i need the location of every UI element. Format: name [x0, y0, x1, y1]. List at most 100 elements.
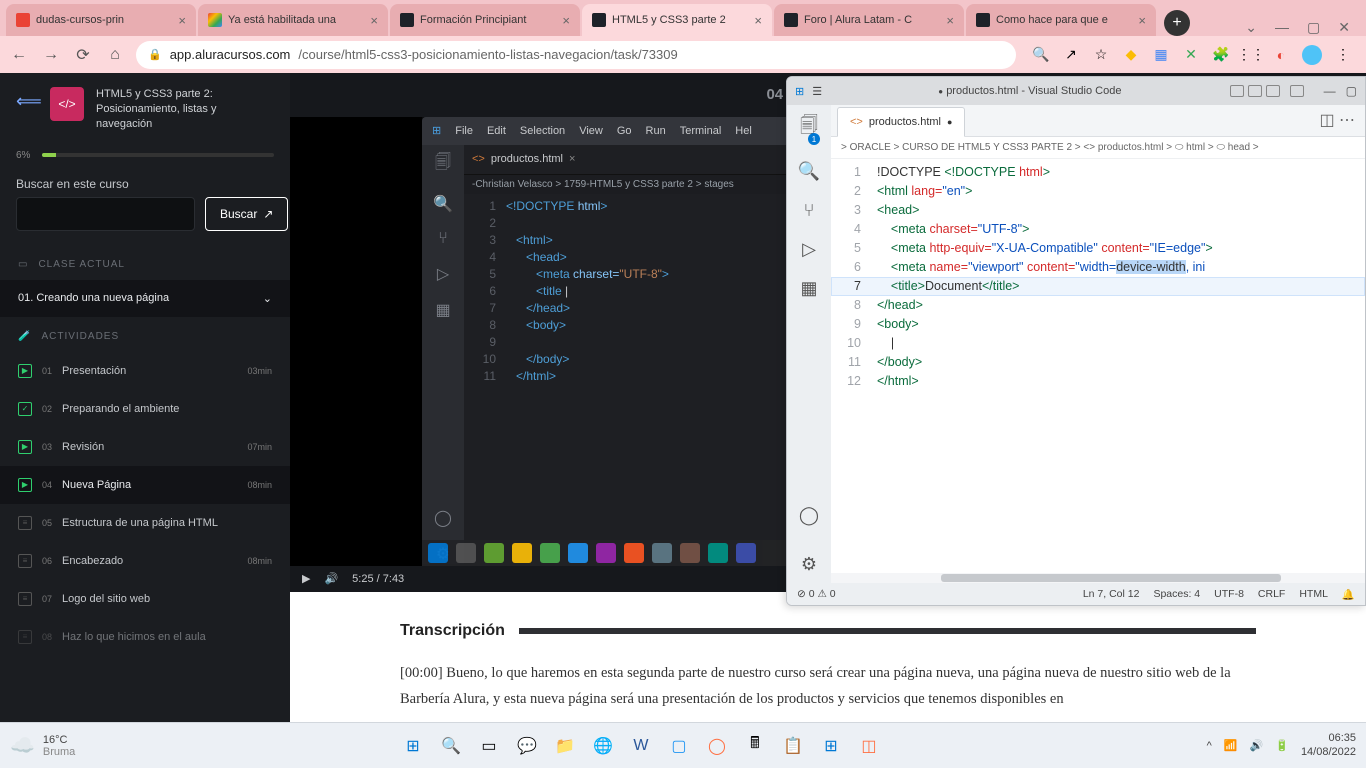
- current-class-item[interactable]: 01. Creando una nueva página⌄: [0, 280, 290, 317]
- search-icon[interactable]: 🔍: [1032, 46, 1050, 64]
- clock[interactable]: 06:3514/08/2022: [1301, 732, 1356, 758]
- ext-icon[interactable]: ✕: [1182, 46, 1200, 64]
- close-icon[interactable]: ×: [370, 13, 378, 28]
- close-icon[interactable]: ×: [178, 13, 186, 28]
- files-icon[interactable]: 🗐1: [800, 113, 818, 143]
- browser-tab[interactable]: Foro | Alura Latam - C ×: [774, 4, 964, 36]
- minimize-icon[interactable]: —: [1324, 84, 1336, 98]
- external-icon: ↗: [263, 207, 273, 221]
- app-icon[interactable]: ◫: [854, 731, 884, 761]
- status-indent[interactable]: Spaces: 4: [1153, 588, 1200, 601]
- share-icon[interactable]: ↗: [1062, 46, 1080, 64]
- activity-item[interactable]: ✓02Preparando el ambiente: [0, 390, 290, 428]
- url-input[interactable]: 🔒 app.aluracursos.com/course/html5-css3-…: [136, 41, 1016, 69]
- explorer-icon[interactable]: 📁: [550, 731, 580, 761]
- activity-item[interactable]: ≡07Logo del sitio web: [0, 580, 290, 618]
- browser-tab[interactable]: Ya está habilitada una×: [198, 4, 388, 36]
- layout-icons[interactable]: [1230, 85, 1304, 97]
- taskview-icon[interactable]: ▭: [474, 731, 504, 761]
- account-icon[interactable]: ◯: [799, 505, 819, 526]
- play-icon[interactable]: ▶: [302, 572, 310, 585]
- maximize-icon[interactable]: ▢: [1307, 19, 1320, 36]
- status-cursor[interactable]: Ln 7, Col 12: [1083, 588, 1140, 601]
- search-input[interactable]: [16, 197, 195, 231]
- status-lang[interactable]: HTML: [1299, 588, 1328, 601]
- transcript-body: [00:00] Bueno, lo que haremos en esta se…: [400, 660, 1256, 712]
- close-icon[interactable]: ✕: [1338, 19, 1350, 36]
- menu-icon[interactable]: ☰: [812, 85, 822, 98]
- home-button[interactable]: ⌂: [104, 44, 126, 66]
- puzzle-icon[interactable]: 🧩: [1212, 46, 1230, 64]
- ext-icon[interactable]: ▦: [1152, 46, 1170, 64]
- section-header-activities: 🧪ACTIVIDADES: [0, 317, 290, 352]
- calc-icon[interactable]: 🖩: [740, 731, 770, 761]
- volume-icon[interactable]: 🔊: [324, 572, 338, 585]
- zoom-icon[interactable]: ▢: [664, 731, 694, 761]
- vscode-icon: ⊞: [432, 124, 441, 137]
- avatar-icon[interactable]: [1302, 45, 1322, 65]
- notes-icon[interactable]: 📋: [778, 731, 808, 761]
- browser-tab[interactable]: dudas-cursos-prin ×: [6, 4, 196, 36]
- chat-icon[interactable]: 💬: [512, 731, 542, 761]
- ext-icon[interactable]: ◐: [1272, 46, 1290, 64]
- chevron-up-icon[interactable]: ^: [1207, 740, 1212, 752]
- status-eol[interactable]: CRLF: [1258, 588, 1285, 601]
- activity-item-active[interactable]: ▶04Nueva Página08min: [0, 466, 290, 504]
- gear-icon[interactable]: ⚙: [801, 554, 817, 575]
- activity-item[interactable]: ≡06Encabezado08min: [0, 542, 290, 580]
- close-icon[interactable]: ×: [754, 13, 762, 28]
- browser-tab-active[interactable]: HTML5 y CSS3 parte 2×: [582, 4, 772, 36]
- new-tab-button[interactable]: +: [1164, 10, 1190, 36]
- chevron-down-icon[interactable]: ⌄: [1245, 19, 1257, 36]
- play-icon: ▶: [18, 364, 32, 378]
- app-icon[interactable]: ◯: [702, 731, 732, 761]
- menu-icon[interactable]: ⋮: [1334, 46, 1352, 64]
- debug-icon[interactable]: ▷: [802, 239, 816, 260]
- battery-icon[interactable]: 🔋: [1275, 739, 1289, 752]
- start-icon[interactable]: ⊞: [398, 731, 428, 761]
- ext-icon[interactable]: ⋮⋮: [1242, 46, 1260, 64]
- browser-tab[interactable]: Como hace para que e×: [966, 4, 1156, 36]
- activity-item[interactable]: ≡08Haz lo que hicimos en el aula: [0, 618, 290, 656]
- volume-icon[interactable]: 🔊: [1250, 739, 1264, 752]
- reload-button[interactable]: ⟳: [72, 44, 94, 66]
- activity-item[interactable]: ▶01Presentación03min: [0, 352, 290, 390]
- status-encoding[interactable]: UTF-8: [1214, 588, 1244, 601]
- browser-tab[interactable]: Formación Principiant×: [390, 4, 580, 36]
- branch-icon[interactable]: ⑂: [804, 200, 815, 221]
- menu-edit: Edit: [487, 125, 506, 137]
- activity-item[interactable]: ≡05Estructura de una página HTML: [0, 504, 290, 542]
- breadcrumb[interactable]: > ORACLE > CURSO DE HTML5 Y CSS3 PARTE 2…: [831, 137, 1365, 159]
- ext-icon[interactable]: ◆: [1122, 46, 1140, 64]
- search-button[interactable]: Buscar ↗: [205, 197, 288, 231]
- chrome-icon[interactable]: 🌐: [588, 731, 618, 761]
- close-icon[interactable]: ×: [562, 13, 570, 28]
- weather-widget[interactable]: ☁️ 16°CBruma: [10, 733, 75, 758]
- search-icon[interactable]: 🔍: [436, 731, 466, 761]
- word-icon[interactable]: W: [626, 731, 656, 761]
- branch-icon: ⑂: [438, 230, 448, 248]
- bell-icon[interactable]: 🔔: [1342, 588, 1355, 601]
- close-icon[interactable]: ×: [946, 13, 954, 28]
- tab-title: Foro | Alura Latam - C: [804, 14, 940, 26]
- star-icon[interactable]: ☆: [1092, 46, 1110, 64]
- search-icon[interactable]: 🔍: [798, 161, 820, 182]
- back-button[interactable]: ←: [8, 44, 30, 66]
- close-icon[interactable]: ×: [1138, 13, 1146, 28]
- status-problems[interactable]: ⊘ 0 ⚠ 0: [797, 588, 836, 600]
- horizontal-scrollbar[interactable]: [831, 573, 1365, 583]
- split-icon[interactable]: ◫ ⋯: [1309, 104, 1365, 136]
- vscode-icon[interactable]: ⊞: [816, 731, 846, 761]
- editor-tab[interactable]: <>productos.html●: [837, 107, 965, 137]
- extensions-icon[interactable]: ▦: [800, 278, 817, 299]
- minimize-icon[interactable]: —: [1275, 19, 1289, 36]
- back-arrow-icon[interactable]: ⟸: [16, 91, 38, 112]
- code-editor[interactable]: 1!DOCTYPE <!DOCTYPE html> 2<html lang="e…: [831, 159, 1365, 573]
- vscode-title-bar[interactable]: ⊞ ☰ ● productos.html - Visual Studio Cod…: [787, 77, 1365, 105]
- activity-item[interactable]: ▶03Revisión07min: [0, 428, 290, 466]
- forward-button[interactable]: →: [40, 44, 62, 66]
- wifi-icon[interactable]: 📶: [1224, 739, 1238, 752]
- maximize-icon[interactable]: ▢: [1346, 84, 1357, 98]
- tab-title: dudas-cursos-prin: [36, 14, 172, 26]
- menu-help: Hel: [735, 125, 752, 137]
